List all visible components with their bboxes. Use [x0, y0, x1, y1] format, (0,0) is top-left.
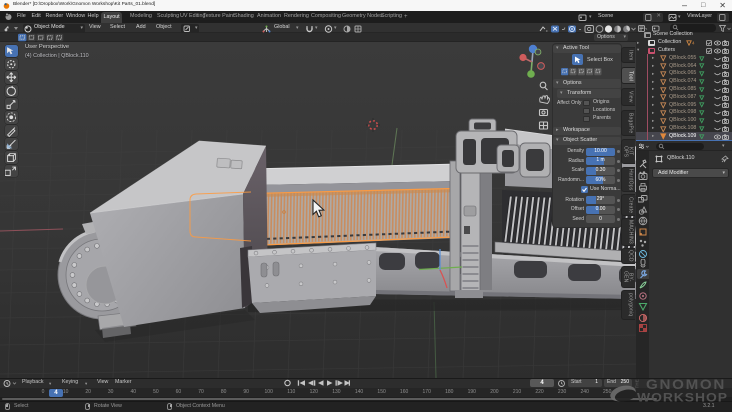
svg-text:GNOMON: GNOMON	[646, 377, 726, 392]
svg-text:WORKSHOP: WORKSHOP	[637, 393, 728, 405]
svg-text:THE: THE	[635, 379, 640, 388]
